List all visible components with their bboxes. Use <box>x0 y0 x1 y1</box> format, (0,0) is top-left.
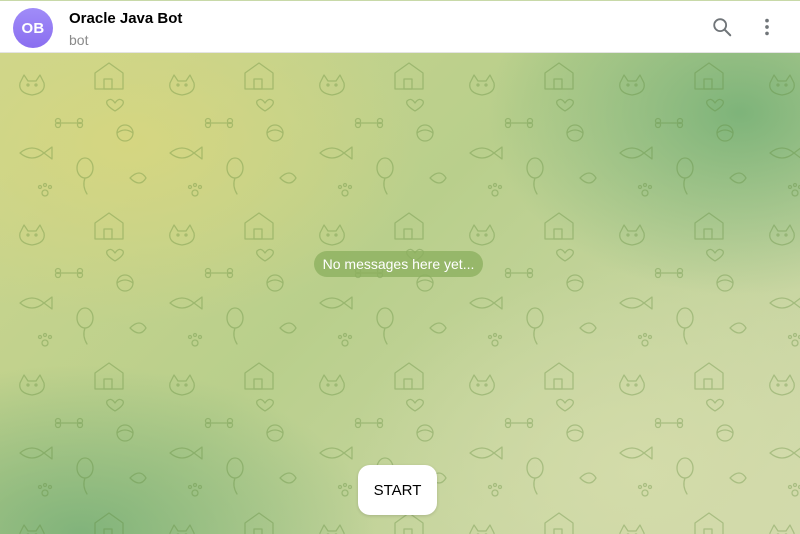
chat-window: OB Oracle Java Bot bot No messages here … <box>0 0 800 534</box>
more-button[interactable] <box>751 11 783 43</box>
chat-subtitle: bot <box>69 32 89 48</box>
empty-chat-notice: No messages here yet... <box>314 251 483 277</box>
search-button[interactable] <box>706 11 738 43</box>
chat-info[interactable]: Oracle Java Bot bot <box>69 10 182 49</box>
doodle-pattern <box>0 53 800 534</box>
more-vertical-icon <box>765 18 769 36</box>
chat-title: Oracle Java Bot <box>69 10 183 27</box>
chat-header: OB Oracle Java Bot bot <box>0 0 800 53</box>
avatar[interactable]: OB <box>13 8 53 48</box>
search-icon <box>713 18 732 37</box>
chat-background: No messages here yet... START <box>0 53 800 534</box>
start-button[interactable]: START <box>358 465 437 515</box>
